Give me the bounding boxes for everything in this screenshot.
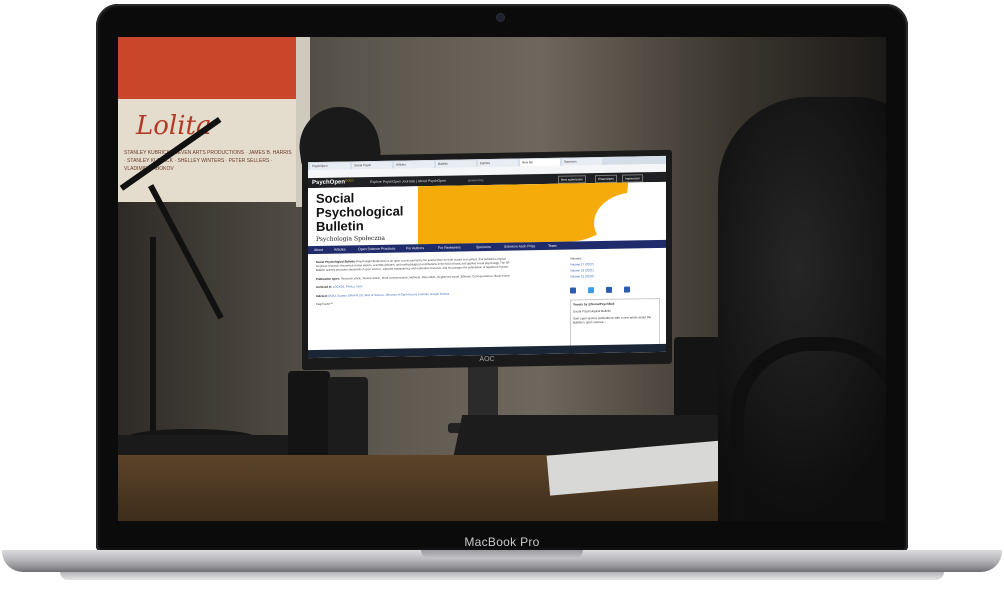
journal-description: Social Psychological Bulletin (Psycholog… [316,256,516,306]
social-links [570,286,660,296]
nav-team[interactable]: Team [548,243,557,249]
indexed-label: Indexed: [316,293,328,298]
psychopen-logo[interactable]: PsychOpen [312,179,345,186]
gold-badge: GOLD [345,178,354,183]
mendeley-icon[interactable] [606,286,612,293]
facebook-icon[interactable] [570,287,576,294]
photo-screen: Lolita STANLEY KUBRICK · SEVEN ARTS PROD… [118,37,886,521]
nav-sponsors[interactable]: Sponsors [476,244,491,250]
nav-asch-prize[interactable]: Solomon Asch Prize [504,243,535,250]
monitor-screen: PsychOpen Social Psych Articles Bulletin… [308,155,666,359]
archived-label: Archived in: [316,284,333,290]
pubtypes-text: Research article, Review article, Short … [340,273,510,281]
volume-link[interactable]: Volume 15 (2020) [570,272,660,280]
poster-red-panel [118,37,296,99]
speaker-left-front [328,377,368,461]
nav-reviewers[interactable]: For Reviewers [438,244,461,250]
indexed-text[interactable]: DOAJ, Scopus, ERIH PLUS, Web of Science,… [328,291,449,297]
rss-icon[interactable] [624,286,630,293]
twitter-icon[interactable] [588,287,594,294]
journal-subtitle: Psychologia Społeczna [316,234,385,243]
laptop-shadow [60,572,944,580]
chair-armrest [730,337,886,521]
nav-about[interactable]: About [314,247,323,253]
journal-title: Social Psychological Bulletin [316,190,404,234]
lamp-pole [150,237,156,437]
topnav-links[interactable]: Explore PsychOpen Journals | About Psych… [370,179,446,184]
tweet-text: Gain open-access publications with a new… [573,315,652,325]
nav-open-science[interactable]: Open Science Practices [358,246,395,253]
nav-authors[interactable]: For Authors [406,245,424,251]
monitor: PsychOpen Social Psych Articles Bulletin… [302,149,672,371]
volumes-sidebar: Volumes Volume 17 (2022) Volume 16 (2021… [570,254,660,280]
tweet-author: Social Psychological Bulletin [573,308,612,314]
camera-icon [497,14,504,21]
pubtypes-label: Publication types: [316,276,341,281]
journal-hero: Social Psychological Bulletin Psychologi… [308,181,666,254]
tweets-title: Tweets by @SocialPsychBull [573,301,615,307]
archived-text[interactable]: LOCKSS, Portico, more [333,284,363,289]
twitter-widget: Tweets by @SocialPsychBull Social Psycho… [570,297,660,350]
nav-articles[interactable]: Articles [334,246,345,252]
powered-by: powered by [468,178,484,183]
flag-factor: Flag Factor™ [316,301,333,307]
laptop-notch [421,550,583,559]
device-label: MacBook Pro [464,535,540,549]
speaker-left [288,371,330,467]
